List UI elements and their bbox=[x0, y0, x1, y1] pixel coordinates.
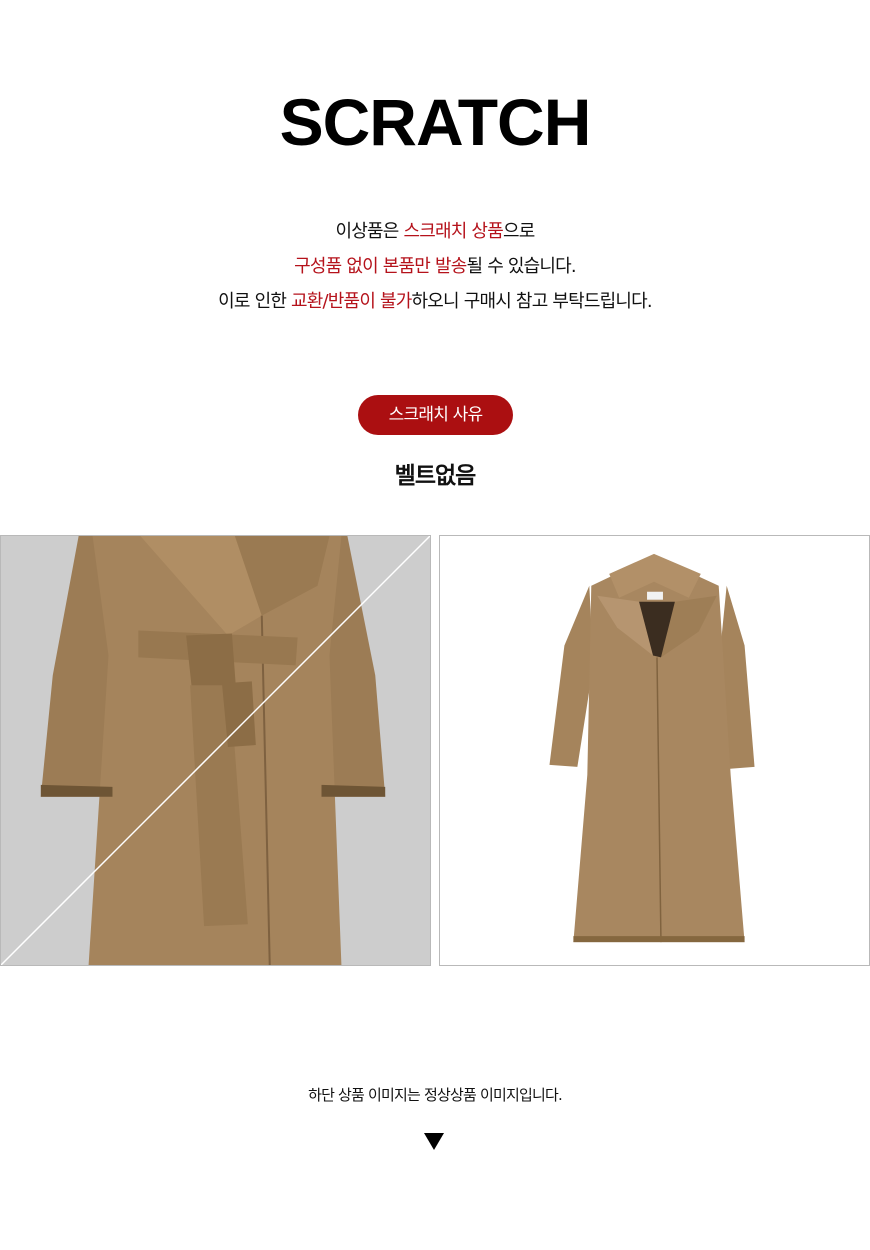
notice-text: 하오니 구매시 참고 부탁드립니다. bbox=[411, 291, 653, 312]
notice-line-2: 구성품 없이 본품만 발송될 수 있습니다. bbox=[0, 249, 870, 284]
notice-text: 될 수 있습니다. bbox=[466, 256, 577, 277]
notice-text: 이로 인한 bbox=[218, 291, 292, 312]
scratch-reason-text: 벨트없음 bbox=[394, 463, 477, 489]
full-coat-image bbox=[439, 535, 870, 966]
scratch-notice: 이상품은 스크래치 상품으로 구성품 없이 본품만 발송될 수 있습니다. 이로… bbox=[0, 214, 870, 319]
coat-closeup-illustration bbox=[1, 536, 430, 965]
page-title: SCRATCH bbox=[279, 85, 592, 159]
scratch-reason-badge: 스크래치 사유 bbox=[358, 395, 513, 435]
notice-line-1: 이상품은 스크래치 상품으로 bbox=[0, 214, 870, 249]
notice-highlight: 스크래치 상품 bbox=[403, 221, 503, 242]
notice-line-3: 이로 인한 교환/반품이 불가하오니 구매시 참고 부탁드립니다. bbox=[0, 284, 870, 319]
down-triangle-icon bbox=[424, 1133, 444, 1150]
notice-text: 이상품은 bbox=[335, 221, 404, 242]
missing-belt-image bbox=[0, 535, 431, 966]
coat-full-illustration bbox=[549, 553, 755, 943]
notice-highlight: 구성품 없이 본품만 발송 bbox=[294, 256, 467, 277]
notice-highlight: 교환/반품이 불가 bbox=[291, 291, 412, 312]
notice-text: 으로 bbox=[502, 221, 535, 242]
normal-product-image-notice: 하단 상품 이미지는 정상상품 이미지입니다. bbox=[308, 1086, 563, 1104]
